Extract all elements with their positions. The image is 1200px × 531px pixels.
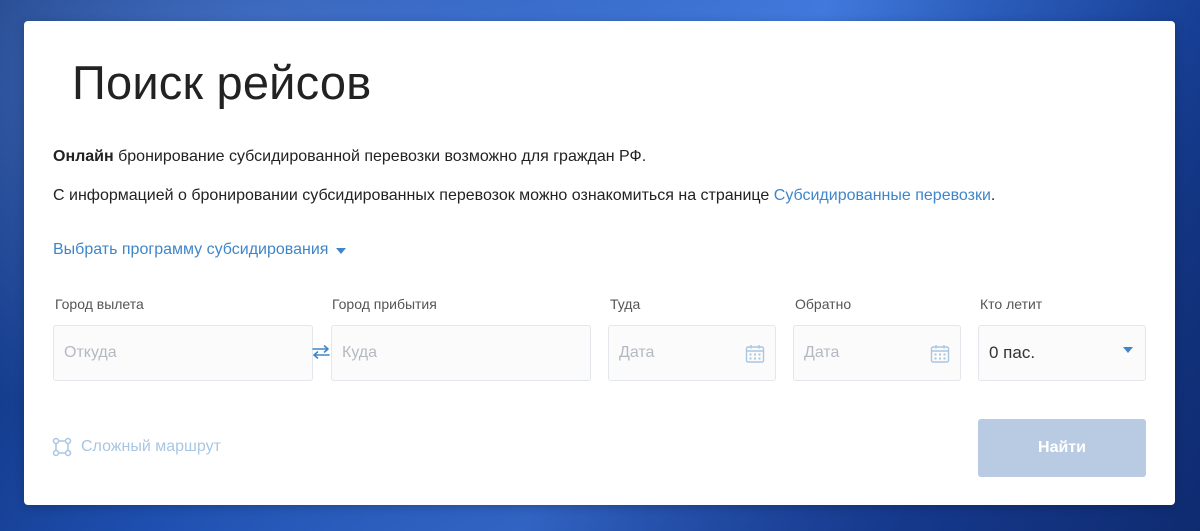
online-info-text: Онлайн бронирование субсидированной пере… bbox=[53, 148, 646, 166]
to-label: Город прибытия bbox=[332, 296, 437, 312]
complex-route-label: Сложный маршрут bbox=[81, 438, 221, 455]
depart-placeholder: Дата bbox=[619, 344, 655, 361]
calendar-icon[interactable] bbox=[930, 344, 950, 364]
subsidy-info-text: С информацией о бронировании субсидирова… bbox=[53, 187, 995, 205]
swap-arrows-icon[interactable] bbox=[312, 345, 330, 359]
program-selector-label: Выбрать программу субсидирования bbox=[53, 241, 329, 258]
passengers-label: Кто летит bbox=[980, 296, 1043, 312]
subsidy-info-body: С информацией о бронировании субсидирова… bbox=[53, 187, 774, 204]
route-nodes-icon bbox=[52, 437, 72, 457]
online-rest: бронирование субсидированной перевозки в… bbox=[113, 148, 647, 165]
program-selector[interactable]: Выбрать программу субсидирования bbox=[53, 241, 347, 259]
return-date-input[interactable]: Дата bbox=[793, 325, 961, 381]
return-label: Обратно bbox=[795, 296, 852, 312]
find-button[interactable]: Найти bbox=[978, 419, 1146, 477]
from-placeholder: Откуда bbox=[64, 344, 117, 361]
to-placeholder: Куда bbox=[342, 344, 378, 361]
chevron-down-icon bbox=[1123, 347, 1133, 353]
from-label: Город вылета bbox=[55, 296, 144, 312]
depart-label: Туда bbox=[610, 296, 641, 312]
depart-date-input[interactable]: Дата bbox=[608, 325, 776, 381]
return-placeholder: Дата bbox=[804, 344, 840, 361]
online-bold: Онлайн bbox=[53, 148, 114, 165]
from-input[interactable]: Откуда bbox=[53, 325, 313, 381]
to-input[interactable]: Куда bbox=[331, 325, 591, 381]
page-title: Поиск рейсов bbox=[72, 56, 372, 109]
search-card: Поиск рейсов Онлайн бронирование субсиди… bbox=[24, 21, 1175, 505]
complex-route-link[interactable]: Сложный маршрут bbox=[52, 437, 221, 457]
passengers-value: 0 пас. bbox=[989, 343, 1036, 362]
subsidized-flights-link[interactable]: Субсидированные перевозки bbox=[774, 187, 991, 204]
subsidy-info-end: . bbox=[990, 187, 996, 204]
calendar-icon[interactable] bbox=[745, 344, 765, 364]
passengers-select[interactable]: 0 пас. bbox=[978, 325, 1146, 381]
caret-down-icon bbox=[336, 248, 347, 254]
